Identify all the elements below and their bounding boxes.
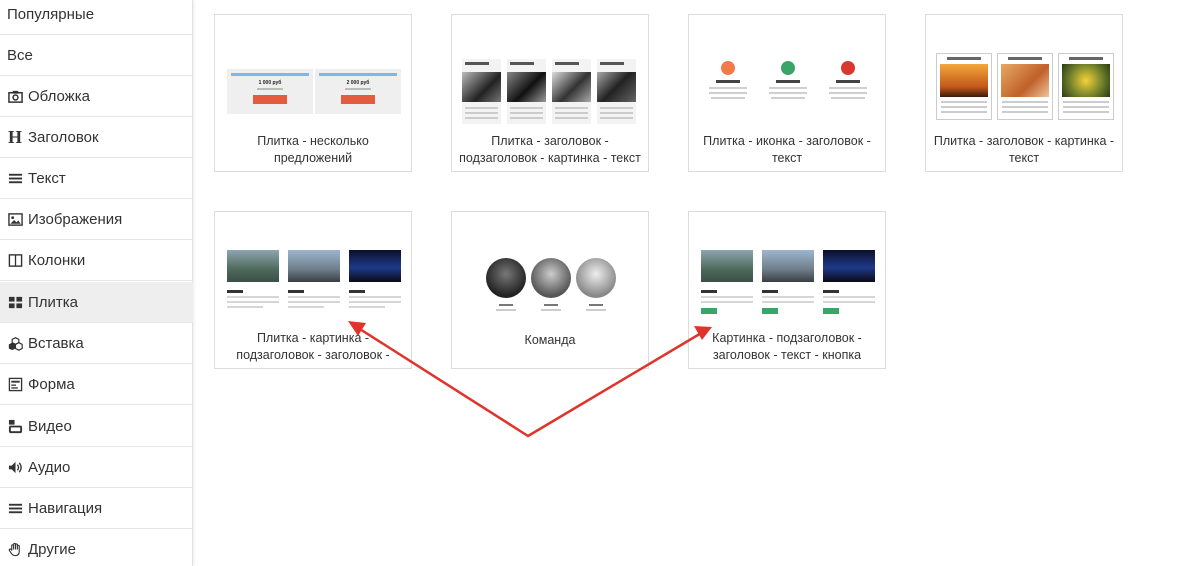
offer-price: 2 000 руб <box>346 80 370 86</box>
cubes-icon <box>7 335 23 351</box>
dollar-icon <box>781 61 795 75</box>
tile-card-title-subtitle-image-text[interactable]: Плитка - заголовок - подзаголовок - карт… <box>451 14 649 172</box>
card-label: Плитка - заголовок - подзаголовок - карт… <box>459 134 641 165</box>
thumbnail-preview <box>462 23 640 128</box>
sidebar-item-columns[interactable]: Колонки <box>0 240 193 281</box>
check-icon <box>841 61 855 75</box>
card-label: Картинка - подзаголовок - заголовок - те… <box>712 331 862 362</box>
sidebar-item-audio[interactable]: Аудио <box>0 447 193 488</box>
sidebar-item-video[interactable]: Видео <box>0 406 193 447</box>
sidebar-item-label: Текст <box>28 169 66 187</box>
sidebar-item-cover[interactable]: Обложка <box>0 76 193 117</box>
thumbnail-preview <box>225 220 403 325</box>
sidebar-item-label: Изображения <box>28 210 123 228</box>
sidebar-item-images[interactable]: Изображения <box>0 199 193 240</box>
card-label: Плитка - заголовок - картинка - текст <box>933 134 1115 165</box>
thumbnail-preview <box>462 220 640 325</box>
sidebar-item-other[interactable]: Другие <box>0 529 193 566</box>
sidebar-item-label: Видео <box>28 417 72 435</box>
sidebar-item-label: Плитка <box>28 293 79 311</box>
sidebar-item-tiles[interactable]: Плитка <box>0 282 193 323</box>
sidebar-item-label: Обложка <box>28 87 90 105</box>
sidebar-item-label: Колонки <box>28 251 86 269</box>
thumbnail-preview <box>699 220 877 325</box>
text-lines-icon <box>7 170 23 186</box>
sidebar-item-embed[interactable]: Вставка <box>0 323 193 364</box>
sidebar-item-label: Заголовок <box>28 128 99 146</box>
heading-icon: H <box>7 126 22 147</box>
columns-icon <box>7 252 23 268</box>
sidebar-item-text[interactable]: Текст <box>0 158 193 199</box>
sidebar-item-label: Форма <box>28 375 75 393</box>
tile-card-icon-title-text[interactable]: Плитка - иконка - заголовок - текст <box>688 14 886 172</box>
sidebar-item-label: Популярные <box>7 5 95 23</box>
tile-card-title-image-text[interactable]: Плитка - заголовок - картинка - текст <box>925 14 1123 172</box>
form-icon <box>7 376 23 392</box>
card-label: Плитка - иконка - заголовок - текст <box>703 134 871 165</box>
volume-icon <box>7 459 23 475</box>
tile-card-offers[interactable]: 1 000 руб 2 000 руб Плитка - несколько п… <box>214 14 412 172</box>
sidebar-item-label: Другие <box>28 540 77 558</box>
tiles-icon <box>7 294 23 310</box>
tile-card-team[interactable]: Команда <box>451 211 649 369</box>
youtube-icon <box>7 418 23 434</box>
card-label: Плитка - картинка - подзаголовок - загол… <box>236 331 390 362</box>
offer-price: 1 000 руб <box>258 80 282 86</box>
tile-card-image-subtitle-title[interactable]: Плитка - картинка - подзаголовок - загол… <box>214 211 412 369</box>
sidebar-item-label: Вставка <box>28 334 84 352</box>
card-label: Плитка - несколько предложений <box>257 134 369 165</box>
block-library: Популярные Все Обложка H Заголовок Текст… <box>0 0 1200 566</box>
sidebar-item-popular[interactable]: Популярные <box>0 0 193 35</box>
thumbnail-preview <box>699 23 877 128</box>
thumbnail-preview: 1 000 руб 2 000 руб <box>225 23 403 128</box>
sidebar-item-form[interactable]: Форма <box>0 364 193 405</box>
sidebar-item-label: Все <box>7 46 33 64</box>
clock-icon <box>721 61 735 75</box>
sidebar-item-heading[interactable]: H Заголовок <box>0 117 193 158</box>
camera-icon <box>7 88 23 104</box>
sidebar-item-all[interactable]: Все <box>0 35 193 76</box>
thumbnail-preview <box>936 23 1114 128</box>
category-sidebar: Популярные Все Обложка H Заголовок Текст… <box>0 0 193 566</box>
tile-card-image-subtitle-title-text-button[interactable]: Картинка - подзаголовок - заголовок - те… <box>688 211 886 369</box>
sidebar-item-label: Навигация <box>28 499 103 517</box>
sidebar-item-navigation[interactable]: Навигация <box>0 488 193 529</box>
card-label: Команда <box>524 333 576 347</box>
menu-icon <box>7 500 23 516</box>
image-icon <box>7 211 23 227</box>
sidebar-item-label: Аудио <box>28 458 71 476</box>
hand-icon <box>7 541 23 557</box>
